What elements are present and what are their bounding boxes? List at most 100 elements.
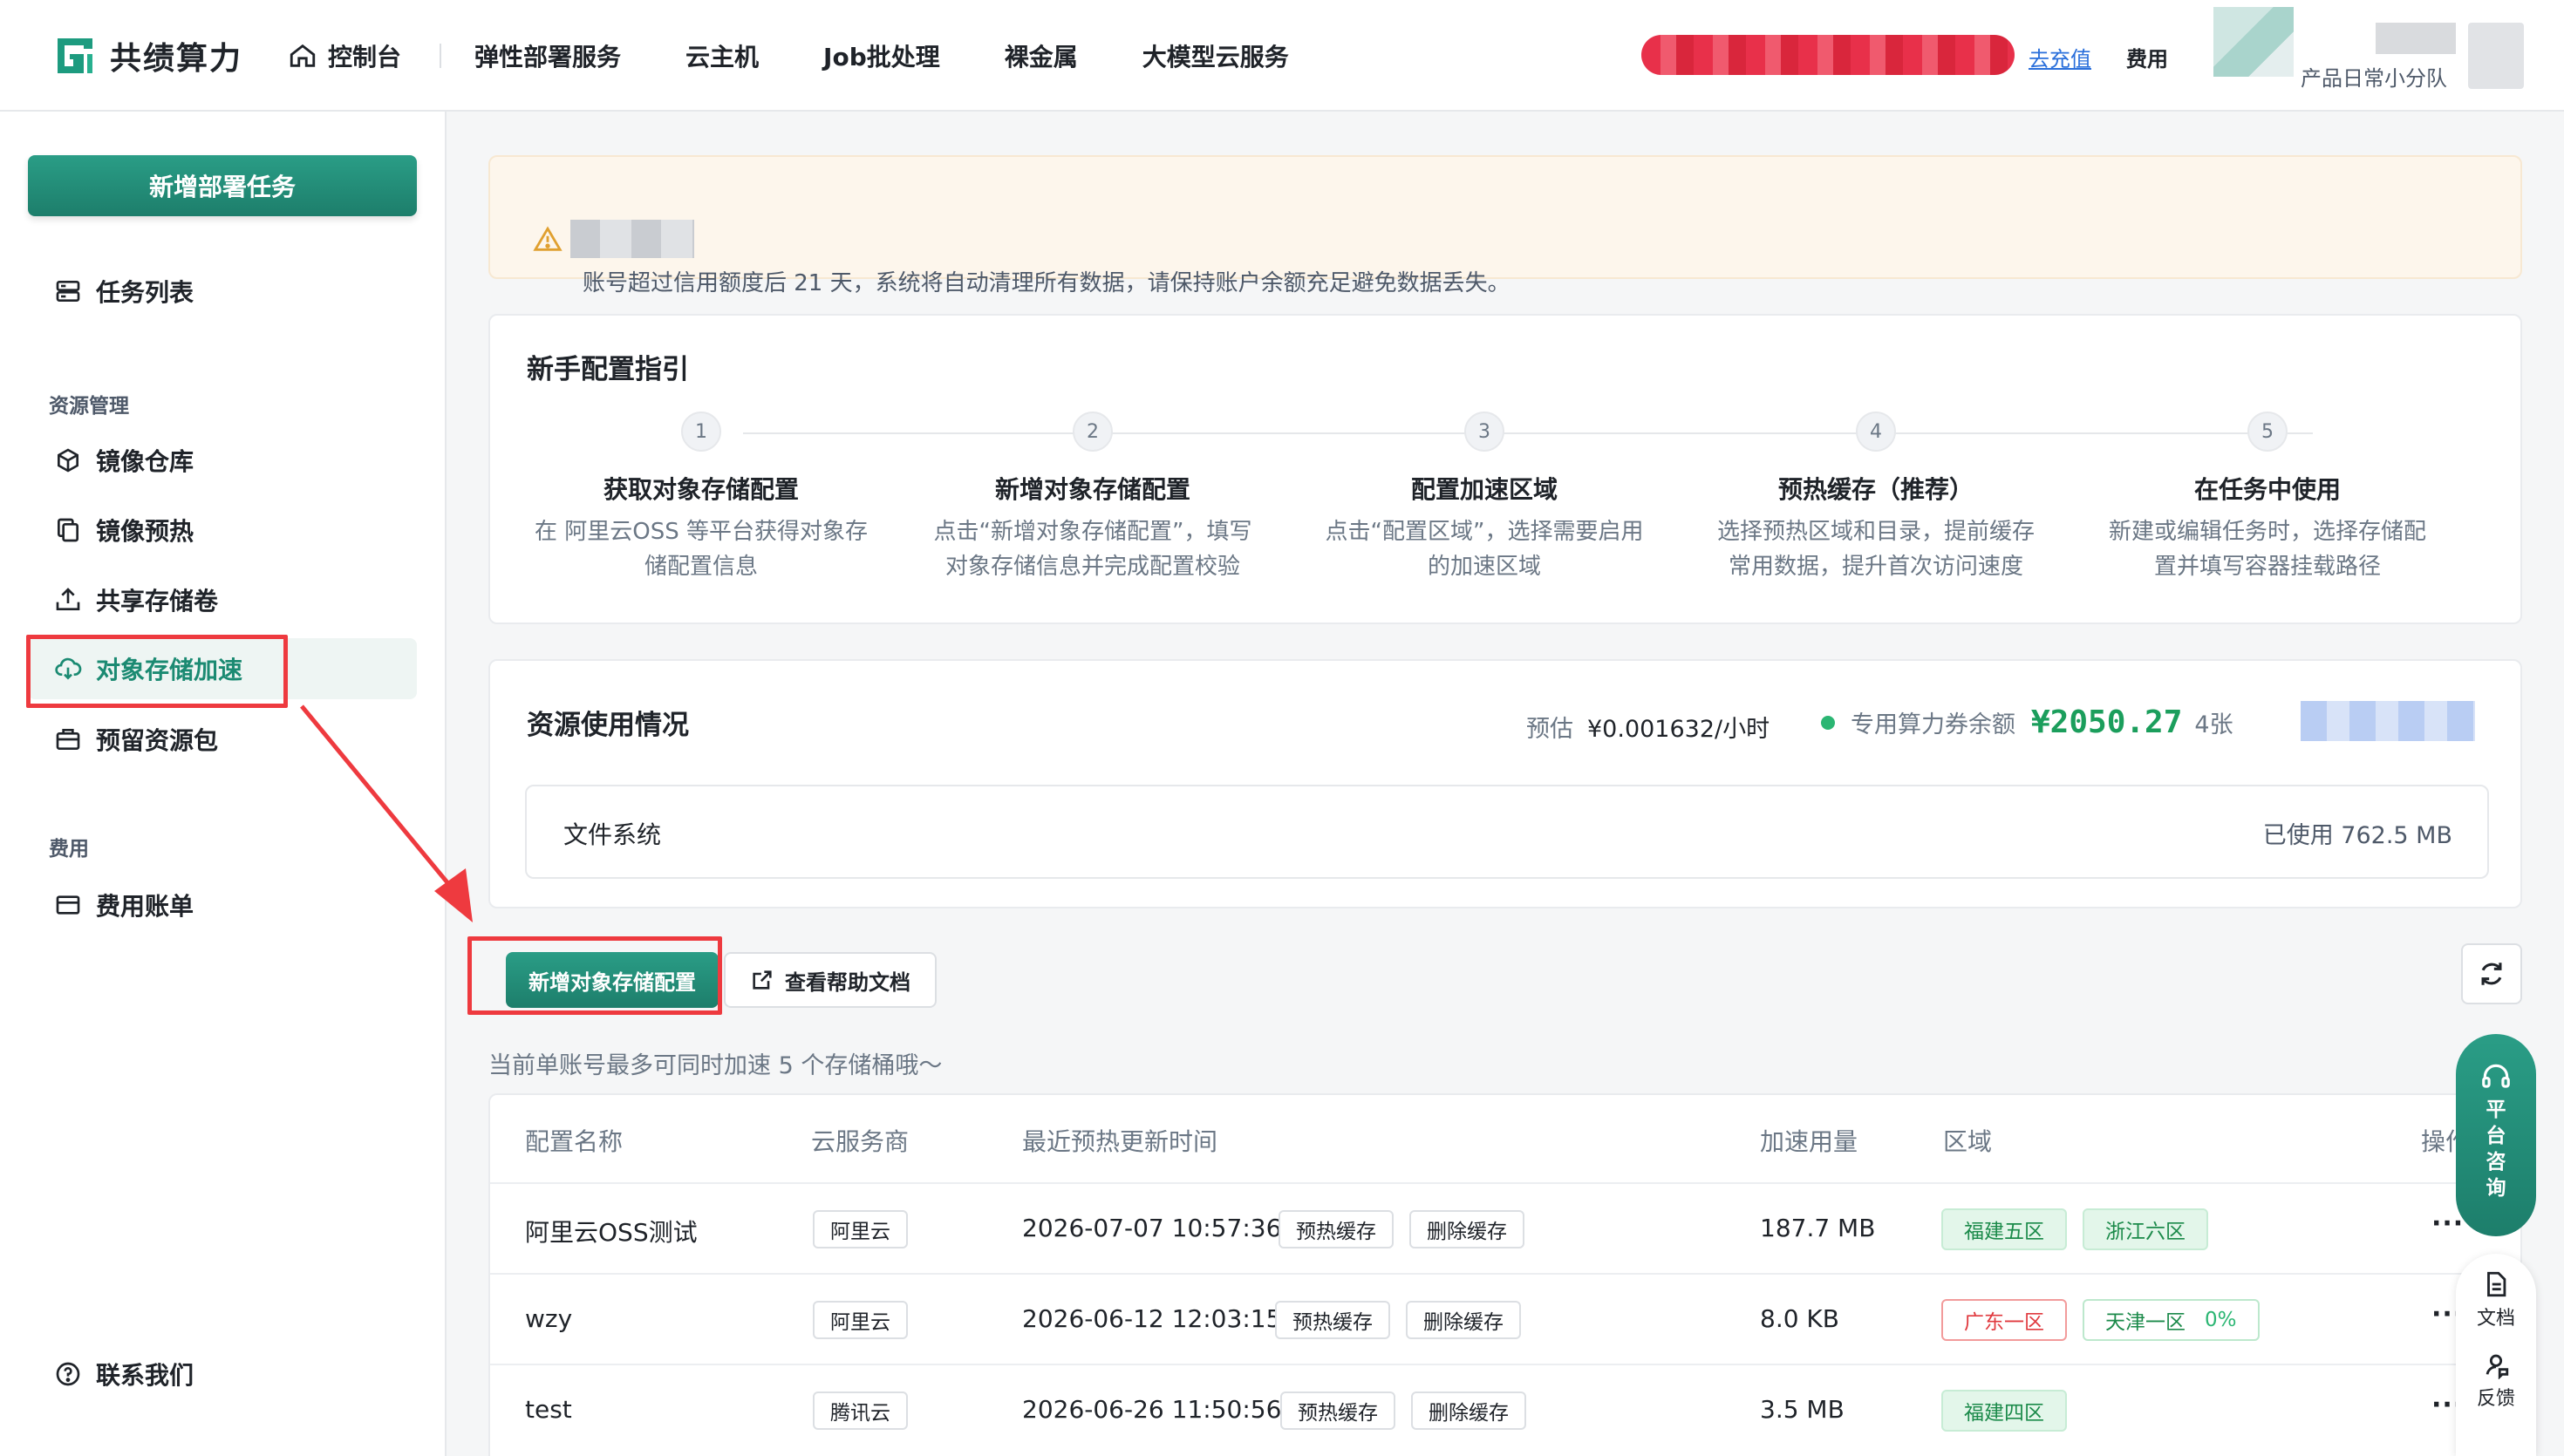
- nav-llm-cloud[interactable]: 大模型云服务: [1142, 38, 1289, 73]
- region-tag[interactable]: 浙江六区: [2083, 1208, 2208, 1250]
- region-tag[interactable]: 福建五区: [1941, 1208, 2067, 1250]
- nav-job-batch[interactable]: Job批处理: [823, 38, 940, 73]
- prewarm-cache-button[interactable]: 预热缓存: [1275, 1301, 1390, 1339]
- delete-cache-button[interactable]: 删除缓存: [1411, 1391, 1526, 1430]
- region-progress: 0%: [2205, 1309, 2237, 1331]
- step-desc-line1: 点击“新增对象存储配置”，填写: [933, 519, 1252, 545]
- accel-usage: 3.5 MB: [1760, 1395, 1845, 1424]
- sidebar-item-image-repo[interactable]: 镜像仓库: [54, 441, 194, 480]
- accel-usage: 8.0 KB: [1760, 1304, 1839, 1333]
- sidebar-item-shared-volume[interactable]: 共享存储卷: [54, 581, 218, 619]
- provider-tag: 腾讯云: [813, 1391, 908, 1430]
- redacted-alert-title: [570, 220, 694, 258]
- sidebar-item-fee-bill[interactable]: 费用账单: [54, 886, 194, 924]
- nav-cloud-host[interactable]: 云主机: [685, 38, 759, 73]
- prewarm-cache-button[interactable]: 预热缓存: [1279, 1210, 1394, 1248]
- refresh-button[interactable]: [2461, 943, 2522, 1004]
- warning-icon: [533, 226, 563, 251]
- logo-icon: [58, 38, 92, 73]
- nav-bare-metal[interactable]: 裸金属: [1005, 38, 1078, 73]
- config-name: 阿里云OSS测试: [525, 1218, 698, 1247]
- redacted-balance: [1641, 35, 2015, 75]
- section-resource-title: 资源管理: [49, 395, 129, 418]
- recharge-link[interactable]: 去充值: [2029, 42, 2091, 72]
- credit-alert: 账号超过信用额度后 21 天，系统将自动清理所有数据，请保持账户余额充足避免数据…: [488, 155, 2522, 296]
- column-header-region: 区域: [1943, 1127, 1993, 1156]
- region-tag-progress[interactable]: 天津一区 0%: [2083, 1299, 2260, 1341]
- filesystem-used: 已使用 762.5 MB: [2262, 822, 2452, 849]
- prewarm-time: 2026-07-07 10:57:36: [1022, 1214, 1282, 1242]
- config-name: test: [525, 1395, 572, 1424]
- step-title: 配置加速区域: [1410, 475, 1558, 504]
- platform-consult-button[interactable]: 平台咨询: [2456, 1034, 2536, 1236]
- guide-step-1: 1 获取对象存储配置 在 阿里云OSS 等平台获得对象存 储配置信息: [505, 412, 897, 584]
- coupon-count: 4张: [2194, 711, 2233, 738]
- step-desc-line1: 点击“配置区域”，选择需要启用: [1325, 519, 1644, 545]
- user-team: 产品日常小分队: [2301, 66, 2447, 91]
- copy-icon: [58, 518, 78, 542]
- guide-step-5: 5 在任务中使用 新建或编辑任务时，选择存储配 置并填写容器挂载路径: [2071, 412, 2464, 584]
- provider-tag: 阿里云: [813, 1301, 908, 1339]
- guide-title: 新手配置指引: [527, 354, 689, 385]
- estimate-label: 预估: [1526, 716, 1573, 743]
- nav-console[interactable]: 控制台: [288, 38, 401, 73]
- region-tag-error[interactable]: 广东一区: [1941, 1299, 2067, 1341]
- step-title: 预热缓存（推荐）: [1777, 475, 1974, 504]
- sidebar-item-label: 镜像预热: [96, 517, 194, 546]
- step-desc-line2: 的加速区域: [1427, 554, 1541, 580]
- feedback-icon: [2486, 1354, 2509, 1379]
- region-tag[interactable]: 福建四区: [1941, 1390, 2067, 1432]
- sidebar-item-task-list[interactable]: 任务列表: [54, 272, 194, 310]
- step-desc-line1: 选择预热区域和目录，提前缓存: [1716, 519, 2035, 545]
- step-desc-line1: 在 阿里云OSS 等平台获得对象存: [534, 519, 868, 545]
- coupon-balance: 专用算力券余额 ¥2050.27 4张: [1821, 704, 2233, 740]
- table-row: 阿里云OSS测试 阿里云 2026-07-07 10:57:36 预热缓存 删除…: [490, 1182, 2520, 1273]
- sidebar-item-reserved-package[interactable]: 预留资源包: [54, 720, 218, 759]
- user-photo[interactable]: [2468, 23, 2524, 89]
- feedback-label: 反馈: [2476, 1388, 2515, 1410]
- avatar[interactable]: [2213, 7, 2294, 77]
- step-title: 获取对象存储配置: [603, 475, 799, 504]
- usage-title: 资源使用情况: [527, 710, 689, 741]
- fee-link[interactable]: 费用: [2126, 42, 2168, 72]
- sidebar-item-label: 联系我们: [96, 1361, 194, 1390]
- sidebar-item-image-prewarm[interactable]: 镜像预热: [54, 511, 194, 549]
- step-desc-line2: 置并填写容器挂载路径: [2153, 554, 2381, 580]
- sidebar-item-label: 任务列表: [96, 278, 194, 307]
- step-title: 在任务中使用: [2193, 475, 2341, 504]
- prewarm-time: 2026-06-26 11:50:56: [1022, 1395, 1282, 1424]
- step-number: 5: [2247, 412, 2288, 452]
- upload-icon: [56, 588, 80, 610]
- filesystem-label: 文件系统: [563, 820, 662, 849]
- step-number: 1: [681, 412, 721, 452]
- prewarm-time: 2026-06-12 12:03:15: [1022, 1304, 1282, 1333]
- step-desc-line2: 对象存储信息并完成配置校验: [944, 554, 1240, 580]
- region-name: 天津一区: [2105, 1311, 2186, 1334]
- help-doc-button[interactable]: 查看帮助文档: [724, 952, 937, 1008]
- step-number: 2: [1073, 412, 1113, 452]
- nav-elastic-deploy[interactable]: 弹性部署服务: [474, 38, 621, 73]
- floating-toolbar: 文档 反馈: [2456, 1254, 2536, 1456]
- doc-label: 文档: [2476, 1308, 2515, 1330]
- brand-logo[interactable]: 共绩算力: [52, 33, 242, 78]
- headset-icon: [2482, 1064, 2510, 1088]
- provider-tag: 阿里云: [813, 1210, 908, 1248]
- top-nav: 控制台 弹性部署服务 云主机 Job批处理 裸金属 大模型云服务: [288, 0, 1354, 112]
- sidebar-item-label: 预留资源包: [96, 726, 219, 755]
- prewarm-cache-button[interactable]: 预热缓存: [1280, 1391, 1395, 1430]
- feedback-tool[interactable]: 反馈: [2477, 1350, 2515, 1411]
- sidebar-item-contact[interactable]: 联系我们: [54, 1355, 194, 1393]
- config-name: wzy: [525, 1304, 573, 1333]
- doc-tool[interactable]: 文档: [2477, 1269, 2515, 1330]
- new-task-button[interactable]: 新增部署任务: [28, 155, 417, 216]
- highlight-box-sidebar: [26, 635, 288, 708]
- guide-step-4: 4 预热缓存（推荐） 选择预热区域和目录，提前缓存 常用数据，提升首次访问速度: [1680, 412, 2072, 584]
- redacted-coupon-info: [2301, 701, 2475, 741]
- delete-cache-button[interactable]: 删除缓存: [1406, 1301, 1521, 1339]
- guide-card: 新手配置指引 1 获取对象存储配置 在 阿里云OSS 等平台获得对象存 储配置信息…: [488, 314, 2522, 624]
- redacted-username: [2376, 23, 2456, 54]
- delete-cache-button[interactable]: 删除缓存: [1409, 1210, 1524, 1248]
- accel-usage: 187.7 MB: [1760, 1214, 1876, 1242]
- sidebar-item-label: 共享存储卷: [96, 587, 219, 616]
- step-title: 新增对象存储配置: [994, 475, 1190, 504]
